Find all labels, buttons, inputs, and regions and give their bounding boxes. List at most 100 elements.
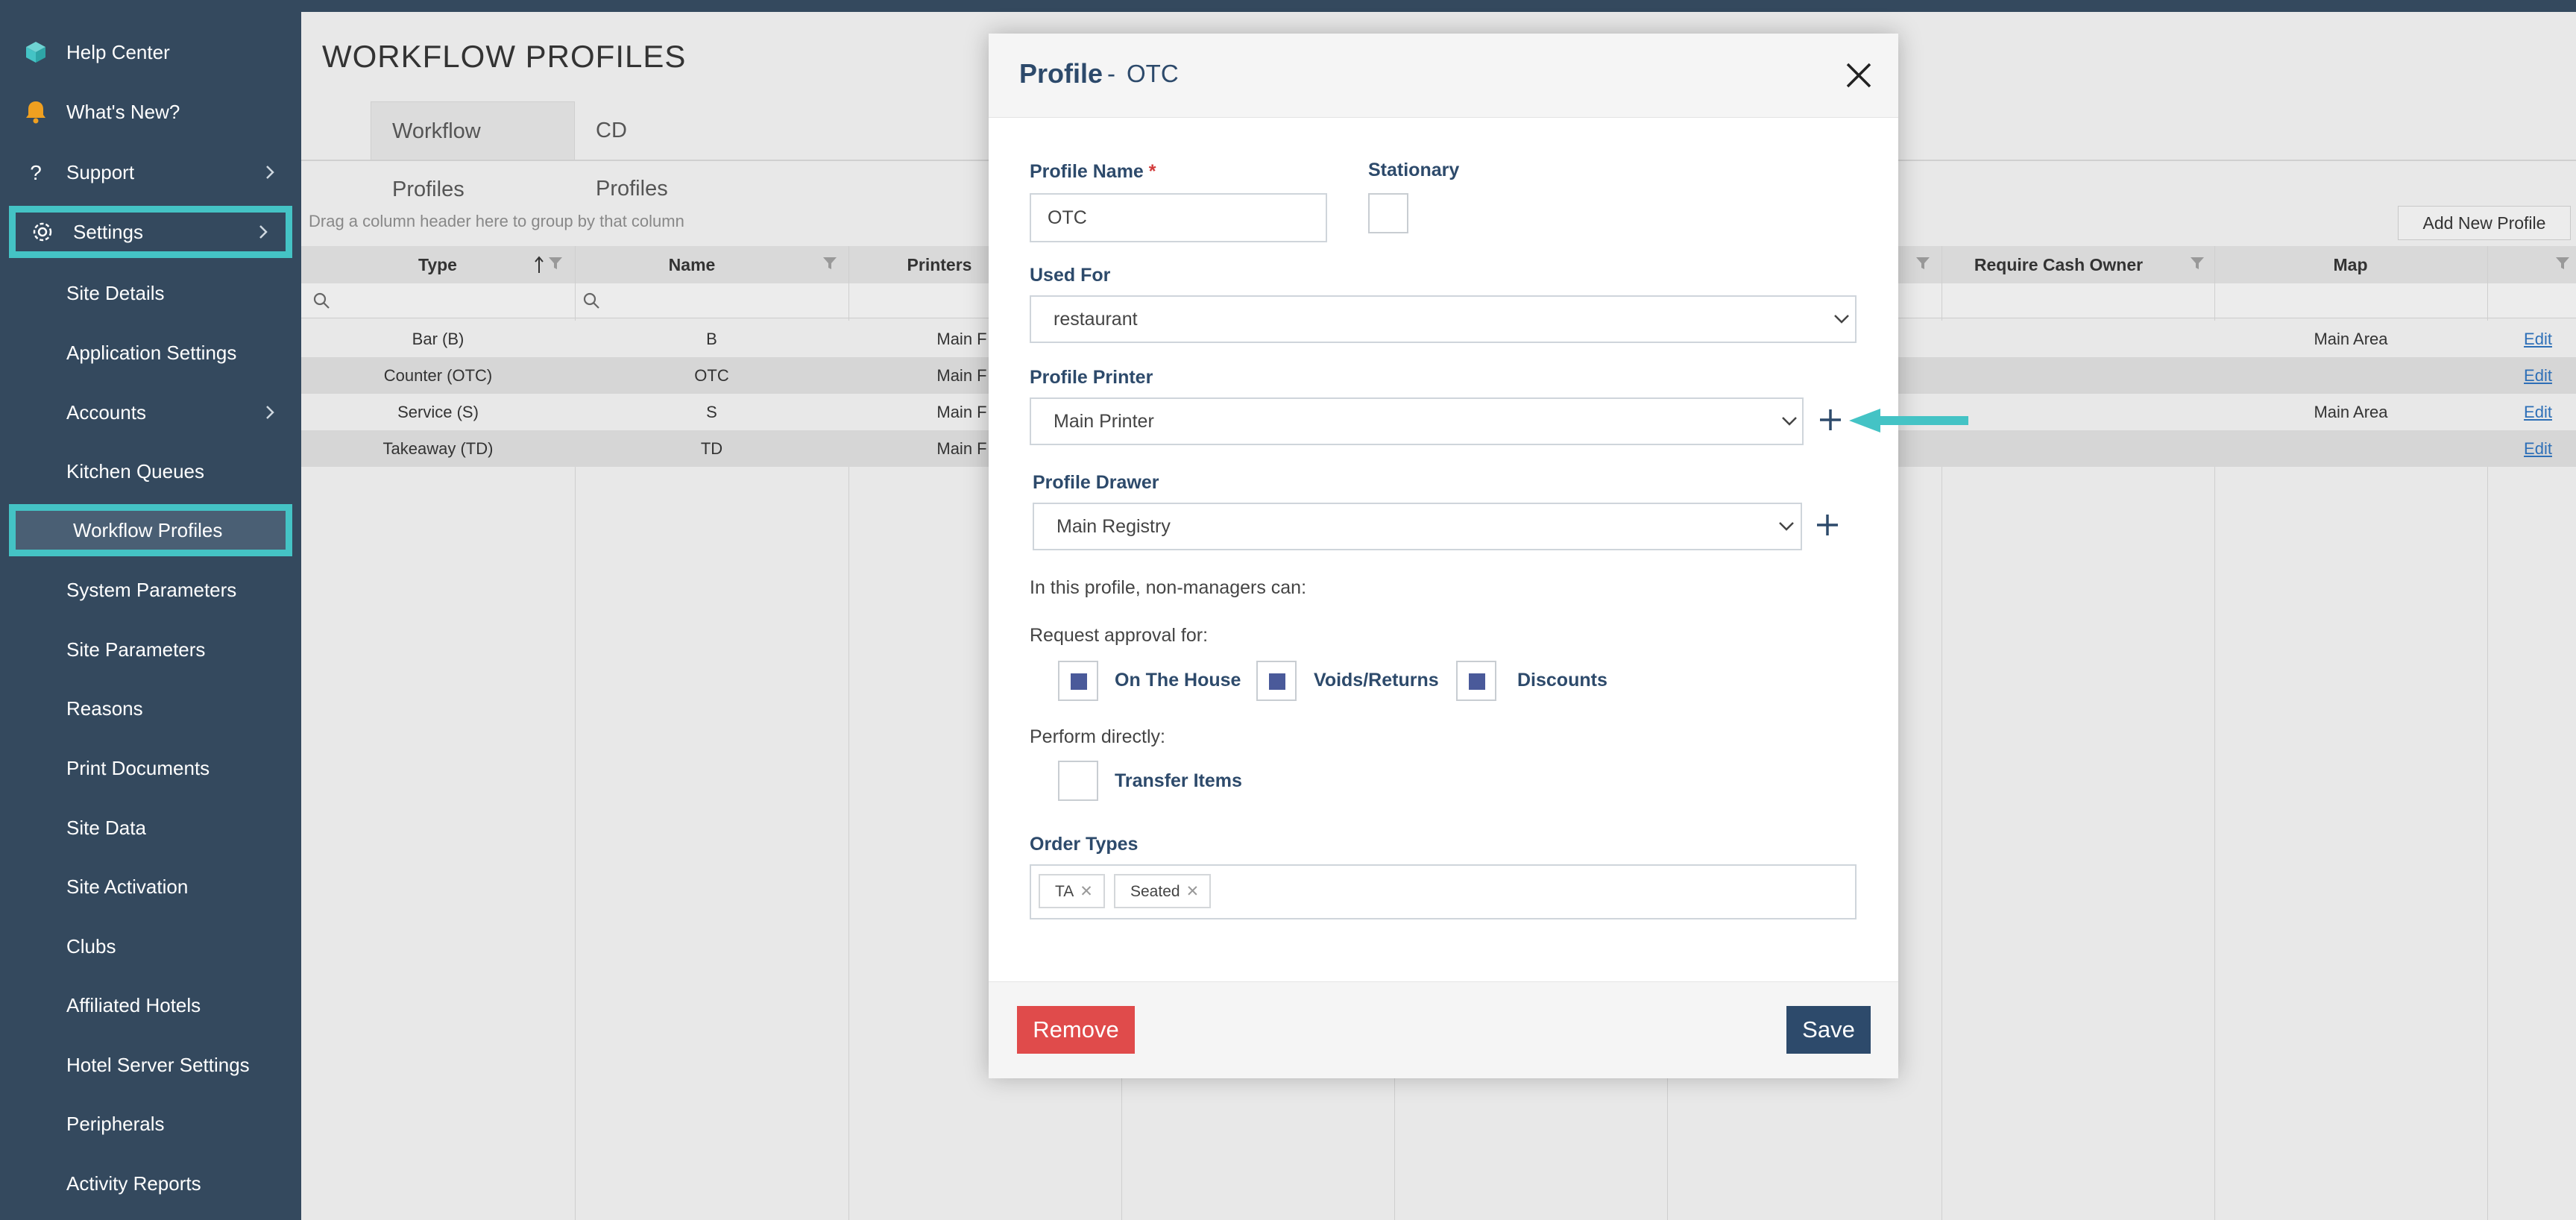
edit-link[interactable]: Edit: [2487, 357, 2576, 394]
svg-text:?: ?: [30, 161, 42, 184]
sidebar: Help Center What's New? ? Support Settin…: [0, 0, 301, 1220]
nonmanagers-text: In this profile, non-managers can:: [1030, 577, 1307, 598]
order-type-tag[interactable]: TA ✕: [1039, 874, 1105, 908]
sidebar-item-label: Peripherals: [66, 1113, 165, 1135]
discounts-label: Discounts: [1517, 670, 1607, 691]
remove-tag-icon[interactable]: ✕: [1186, 883, 1200, 900]
filter-icon[interactable]: [547, 255, 564, 271]
sidebar-item-kitchen-queues[interactable]: Kitchen Queues: [0, 445, 301, 497]
used-for-select[interactable]: restaurant: [1030, 295, 1857, 343]
sidebar-item-label: Site Activation: [66, 875, 189, 898]
modal-title: Profile: [1019, 58, 1103, 89]
edit-link[interactable]: Edit: [2487, 321, 2576, 357]
question-icon: ?: [30, 161, 42, 184]
sidebar-item-affiliated-hotels[interactable]: Affiliated Hotels: [0, 979, 301, 1031]
sidebar-item-label: Workflow Profiles: [73, 519, 223, 541]
sidebar-item-application-settings[interactable]: Application Settings: [0, 327, 301, 379]
sidebar-item-label: Help Center: [66, 41, 170, 63]
sidebar-item-site-data[interactable]: Site Data: [0, 802, 301, 854]
chevron-right-icon: [266, 166, 274, 179]
modal-subtitle: OTC: [1127, 60, 1179, 87]
cell-type: Takeaway (TD): [382, 439, 494, 458]
cell-type: Bar (B): [412, 330, 465, 348]
close-icon[interactable]: [1845, 61, 1873, 89]
sort-asc-icon[interactable]: [534, 255, 544, 274]
filter-icon[interactable]: [2554, 255, 2571, 271]
profile-name-input[interactable]: OTC: [1030, 193, 1327, 242]
sidebar-item-settings[interactable]: Settings: [9, 206, 292, 258]
profile-printer-select[interactable]: Main Printer: [1030, 397, 1804, 445]
sidebar-item-system-parameters[interactable]: System Parameters: [0, 564, 301, 616]
tab-workflow-profiles[interactable]: Workflow Profiles: [371, 101, 575, 201]
sidebar-item-print-documents[interactable]: Print Documents: [0, 742, 301, 794]
edit-link[interactable]: Edit: [2487, 430, 2576, 467]
transfer-items-checkbox[interactable]: [1058, 761, 1098, 801]
on-the-house-checkbox[interactable]: [1058, 661, 1098, 701]
column-header-name[interactable]: Name: [576, 246, 808, 283]
chevron-down-icon: [1782, 417, 1797, 426]
sidebar-item-help-center[interactable]: Help Center: [0, 26, 301, 78]
discounts-checkbox[interactable]: [1456, 661, 1496, 701]
chevron-down-icon: [1834, 315, 1849, 324]
column-header-require-cash-owner[interactable]: Require Cash Owner: [1943, 246, 2174, 283]
column-header-map[interactable]: Map: [2214, 246, 2487, 283]
checkbox-checked-mark: [1469, 673, 1485, 690]
order-types-label: Order Types: [1030, 834, 1139, 855]
remove-tag-icon[interactable]: ✕: [1080, 883, 1093, 900]
profile-modal: [989, 34, 1898, 1078]
checkbox-checked-mark: [1269, 673, 1285, 690]
cell-map: [2214, 430, 2487, 467]
required-mark: *: [1148, 161, 1156, 182]
sidebar-item-site-details[interactable]: Site Details: [0, 267, 301, 319]
order-type-tag[interactable]: Seated ✕: [1114, 874, 1212, 908]
filter-icon[interactable]: [822, 255, 838, 271]
sidebar-item-hotel-server-settings[interactable]: Hotel Server Settings: [0, 1039, 301, 1091]
voids-returns-checkbox[interactable]: [1256, 661, 1297, 701]
profile-drawer-select[interactable]: Main Registry: [1033, 503, 1802, 550]
sidebar-item-workflow-profiles[interactable]: Workflow Profiles: [9, 504, 292, 556]
page-title: WORKFLOW PROFILES: [322, 39, 687, 74]
group-by-hint: Drag a column header here to group by th…: [309, 212, 684, 230]
bell-icon: [26, 101, 45, 124]
sidebar-item-label: Accounts: [66, 401, 146, 424]
chevron-down-icon: [1779, 522, 1794, 531]
sidebar-item-label: Site Parameters: [66, 638, 206, 661]
search-icon[interactable]: [582, 291, 601, 310]
sidebar-item-activity-reports[interactable]: Activity Reports: [0, 1157, 301, 1210]
voids-returns-label: Voids/Returns: [1314, 670, 1439, 691]
sidebar-item-clubs[interactable]: Clubs: [0, 920, 301, 972]
add-printer-plus-icon[interactable]: [1818, 407, 1843, 433]
sidebar-item-site-activation[interactable]: Site Activation: [0, 861, 301, 913]
cell-name: TD: [700, 439, 723, 458]
search-icon[interactable]: [312, 291, 331, 310]
request-approval-label: Request approval for:: [1030, 625, 1209, 646]
tab-cd-profiles[interactable]: CD Profiles: [575, 101, 717, 201]
cell-name: OTC: [694, 366, 729, 385]
checkbox-checked-mark: [1071, 673, 1087, 690]
filter-icon[interactable]: [2189, 255, 2205, 271]
annotation-arrow-icon: [1849, 409, 1968, 433]
stationary-checkbox[interactable]: [1368, 193, 1408, 233]
sidebar-item-label: Application Settings: [66, 342, 237, 364]
sidebar-item-support[interactable]: ? Support: [0, 146, 301, 198]
add-drawer-plus-icon[interactable]: [1815, 512, 1840, 538]
sidebar-item-label: Reasons: [66, 697, 143, 720]
sidebar-item-label: System Parameters: [66, 579, 237, 601]
sidebar-item-whats-new[interactable]: What's New?: [0, 86, 301, 138]
edit-link[interactable]: Edit: [2487, 394, 2576, 430]
sidebar-item-label: Clubs: [66, 935, 116, 958]
tag-label: Seated: [1130, 883, 1180, 900]
filter-icon[interactable]: [1915, 255, 1931, 271]
sidebar-item-reasons[interactable]: Reasons: [0, 682, 301, 735]
top-bar: [301, 0, 2576, 12]
add-new-profile-button[interactable]: Add New Profile: [2398, 206, 2571, 240]
cell-name: S: [706, 403, 717, 421]
gear-icon: [33, 222, 52, 242]
sidebar-item-label: Activity Reports: [66, 1172, 201, 1195]
column-label: Map: [2333, 255, 2368, 274]
remove-button[interactable]: Remove: [1017, 1006, 1135, 1054]
sidebar-item-site-parameters[interactable]: Site Parameters: [0, 623, 301, 676]
sidebar-item-accounts[interactable]: Accounts: [0, 386, 301, 438]
save-button[interactable]: Save: [1786, 1006, 1871, 1054]
sidebar-item-peripherals[interactable]: Peripherals: [0, 1098, 301, 1150]
